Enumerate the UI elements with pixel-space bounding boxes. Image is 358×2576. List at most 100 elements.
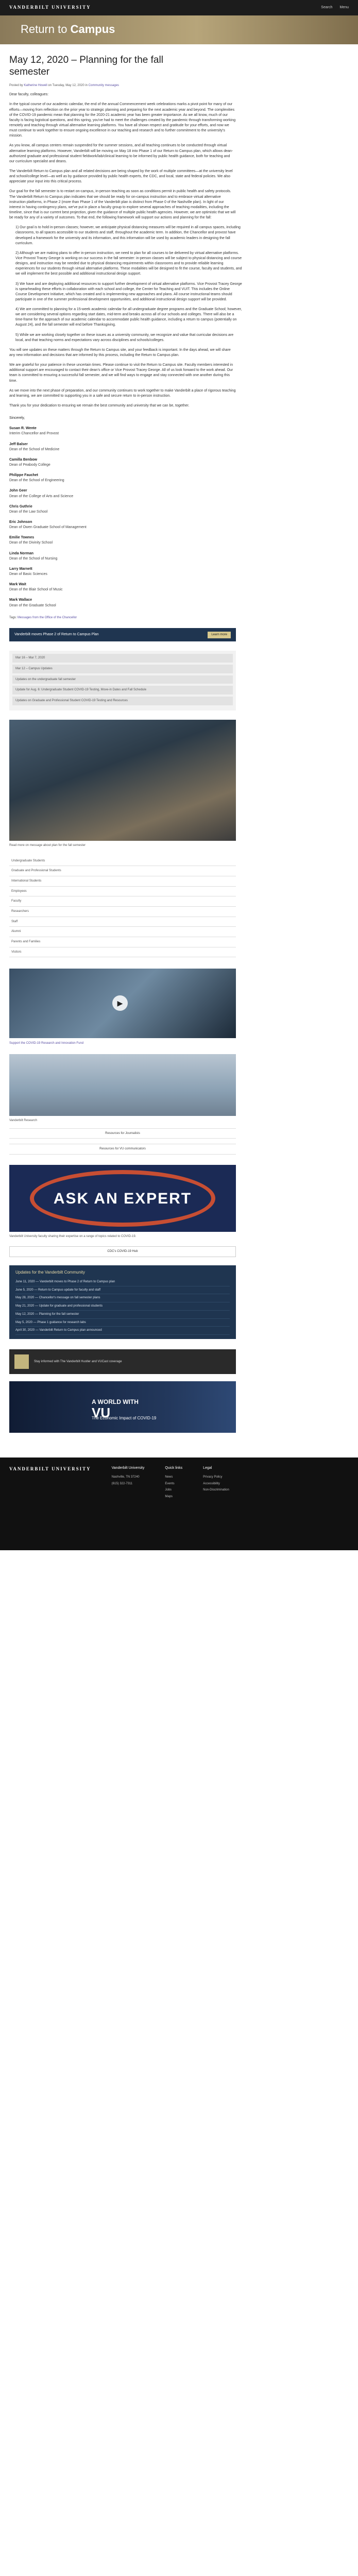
tags-label: Tags:: [9, 616, 17, 619]
return-to-campus-hero: Return to Campus: [0, 15, 358, 44]
related-item[interactable]: Mar 16 – Mar 7, 2020: [12, 654, 233, 663]
footer-link[interactable]: Non-Discrimination: [203, 1488, 229, 1493]
menu-link[interactable]: Menu: [339, 5, 349, 10]
update-item[interactable]: May 12, 2020 — Planning for the fall sem…: [15, 1311, 230, 1319]
hero-title: Return to Campus: [21, 21, 115, 38]
numbered-point: 4) We are committed to planning for a 15…: [15, 308, 242, 327]
related-item[interactable]: Updates on the undergraduate fall semest…: [12, 675, 233, 684]
category-item[interactable]: Employees: [9, 887, 236, 897]
site-footer: VANDERBILT UNIVERSITY Vanderbilt Univers…: [0, 1457, 358, 1550]
signer-name: Jeff Balser: [9, 442, 28, 446]
signer: John Geer Dean of the College of Arts and…: [9, 488, 349, 499]
signer-name: Mark Wait: [9, 583, 26, 587]
photo-caption: Vanderbilt Research: [9, 1119, 37, 1123]
footer-heading: Quick links: [165, 1466, 183, 1470]
signer: Jeff Balser Dean of the School of Medicin…: [9, 442, 349, 452]
footer-link[interactable]: News: [165, 1475, 182, 1480]
footer-link[interactable]: Nashville, TN 37240: [112, 1475, 145, 1480]
update-item[interactable]: May 28, 2020 — Chancellor's message on f…: [15, 1294, 230, 1303]
category-item[interactable]: Faculty: [9, 896, 236, 907]
numbered-point: 1) Our goal is to hold in-person classes…: [15, 226, 241, 245]
update-item[interactable]: June 11, 2020 — Vanderbilt moves to Phas…: [15, 1278, 230, 1286]
communicators-link[interactable]: Resources for VU communicators: [9, 1144, 236, 1155]
related-item[interactable]: Mar 12 – Campus Updates: [12, 665, 233, 673]
research-fund-link[interactable]: Support the COVID-19 Research and Innova…: [9, 1041, 349, 1046]
numbered-point: 3) We have and are deploying additional …: [15, 282, 242, 301]
footer-link[interactable]: (615) 322-7311: [112, 1482, 145, 1486]
expert-headline: ASK AN EXPERT: [53, 1190, 192, 1208]
top-links: Search Menu: [321, 5, 349, 10]
signer: Susan R. Wente Interim Chancellor and Pro…: [9, 426, 349, 436]
category-item[interactable]: International Students: [9, 876, 236, 887]
category-item[interactable]: Staff: [9, 917, 236, 927]
related-item[interactable]: Updates on Graduate and Professional Stu…: [12, 697, 233, 705]
signer-role: Dean of Basic Sciences: [9, 572, 47, 576]
signer-name: Susan R. Wente: [9, 427, 37, 431]
footer-link[interactable]: Jobs: [165, 1488, 182, 1493]
learn-more-button[interactable]: Learn more: [208, 632, 231, 638]
footer-heading: Vanderbilt University: [111, 1466, 145, 1470]
paragraph: As you know, all campus centers remain s…: [9, 144, 233, 163]
update-item[interactable]: May 21, 2020 — Update for graduate and p…: [15, 1302, 230, 1311]
category-item[interactable]: Graduate and Professional Students: [9, 866, 236, 876]
play-icon[interactable]: ▶: [112, 995, 128, 1011]
ad-line1: A WORLD WITH: [92, 1398, 139, 1405]
journalists-link[interactable]: Resources for Journalists: [9, 1128, 236, 1139]
related-updates: Mar 16 – Mar 7, 2020 Mar 12 – Campus Upda…: [9, 651, 236, 710]
hero-title-bold: Campus: [70, 23, 115, 36]
footer-logo-col: VANDERBILT UNIVERSITY: [9, 1466, 91, 1542]
research-photo: [9, 1054, 236, 1116]
paragraph: As we move into the next phase of prepar…: [9, 388, 236, 398]
signer-role: Dean of the Graduate School: [9, 603, 56, 607]
update-item[interactable]: April 30, 2020 — Vanderbilt Return to Ca…: [15, 1327, 230, 1335]
signers-list: Susan R. Wente Interim Chancellor and Pro…: [9, 426, 349, 608]
main-content: May 12, 2020 – Planning for the fall sem…: [0, 55, 358, 1433]
footer-column: Vanderbilt University Nashville, TN 37240…: [112, 1466, 145, 1542]
paragraph: Our goal for the fall semester is to res…: [9, 190, 236, 220]
paragraph: Dear faculty, colleagues:: [9, 93, 49, 97]
update-item[interactable]: June 5, 2020 — Return to Campus update f…: [15, 1286, 230, 1295]
paragraph: You will see updates on these matters th…: [9, 348, 231, 358]
signer-role: Dean of Peabody College: [9, 463, 50, 467]
image-caption: Read more on message about plan for the …: [9, 843, 86, 847]
author-link[interactable]: Katherine Howell: [24, 84, 47, 87]
category-item[interactable]: Researchers: [9, 907, 236, 917]
footer-logo[interactable]: VANDERBILT UNIVERSITY: [9, 1466, 91, 1472]
update-item[interactable]: May 5, 2020 — Phase 1 guidance for resea…: [15, 1319, 230, 1327]
top-bar: VANDERBILT UNIVERSITY Search Menu: [0, 0, 358, 15]
updates-list: June 11, 2020 — Vanderbilt moves to Phas…: [15, 1278, 230, 1335]
footer-link[interactable]: Accessibility: [203, 1482, 229, 1486]
category-link[interactable]: Community messages: [89, 84, 119, 87]
signer-role: Dean of the Law School: [9, 510, 48, 514]
footer-link[interactable]: Events: [165, 1482, 182, 1486]
vanderbilt-logo[interactable]: VANDERBILT UNIVERSITY: [9, 4, 91, 11]
signer-name: Philippe Fauchet: [9, 473, 39, 478]
closing: Sincerely,: [9, 416, 25, 420]
numbered-point: 2) Although we are making plans to offer…: [15, 251, 242, 276]
search-link[interactable]: Search: [321, 5, 332, 10]
phase-2-banner[interactable]: Vanderbilt moves Phase 2 of Return to Ca…: [9, 628, 236, 642]
audience-categories: Undergraduate Students Graduate and Profe…: [9, 856, 236, 958]
cdc-hub-button[interactable]: CDC's COVID-19 Hub: [9, 1246, 236, 1257]
related-item[interactable]: Update for Aug. 6: Undergraduate Student…: [12, 686, 233, 695]
video-thumbnail[interactable]: ▶: [9, 969, 236, 1039]
signer: Camilla Benbow Dean of Peabody College: [9, 457, 349, 468]
footer-link[interactable]: Privacy Policy: [203, 1475, 229, 1480]
footer-column: Legal Privacy Policy Accessibility Non-Disc…: [203, 1466, 229, 1542]
footer-heading: Legal: [203, 1466, 212, 1470]
category-item[interactable]: Visitors: [9, 947, 236, 958]
campus-photo: [9, 719, 236, 841]
category-item[interactable]: Parents and Families: [9, 937, 236, 947]
footer-link[interactable]: Maps: [165, 1495, 182, 1499]
signer: Eric Johnson Dean of Owen Graduate School…: [9, 520, 349, 530]
signer-role: Dean of the School of Nursing: [9, 556, 58, 561]
tag-link[interactable]: Messages from the Office of the Chancell…: [18, 616, 77, 619]
signer-name: Larry Marnett: [9, 567, 32, 571]
category-item[interactable]: Alumni: [9, 927, 236, 937]
hustler-promo[interactable]: Stay informed with The Vanderbilt Hustle…: [9, 1349, 236, 1374]
signer-role: Dean of the Divinity School: [9, 541, 53, 545]
category-item[interactable]: Undergraduate Students: [9, 856, 236, 867]
ask-an-expert-banner[interactable]: ASK AN EXPERT: [9, 1165, 236, 1232]
world-with-vu-ad[interactable]: A WORLD WITH VU The Economic Impact of C…: [9, 1381, 236, 1433]
numbered-point: 5) While we are working closely together…: [15, 333, 234, 342]
